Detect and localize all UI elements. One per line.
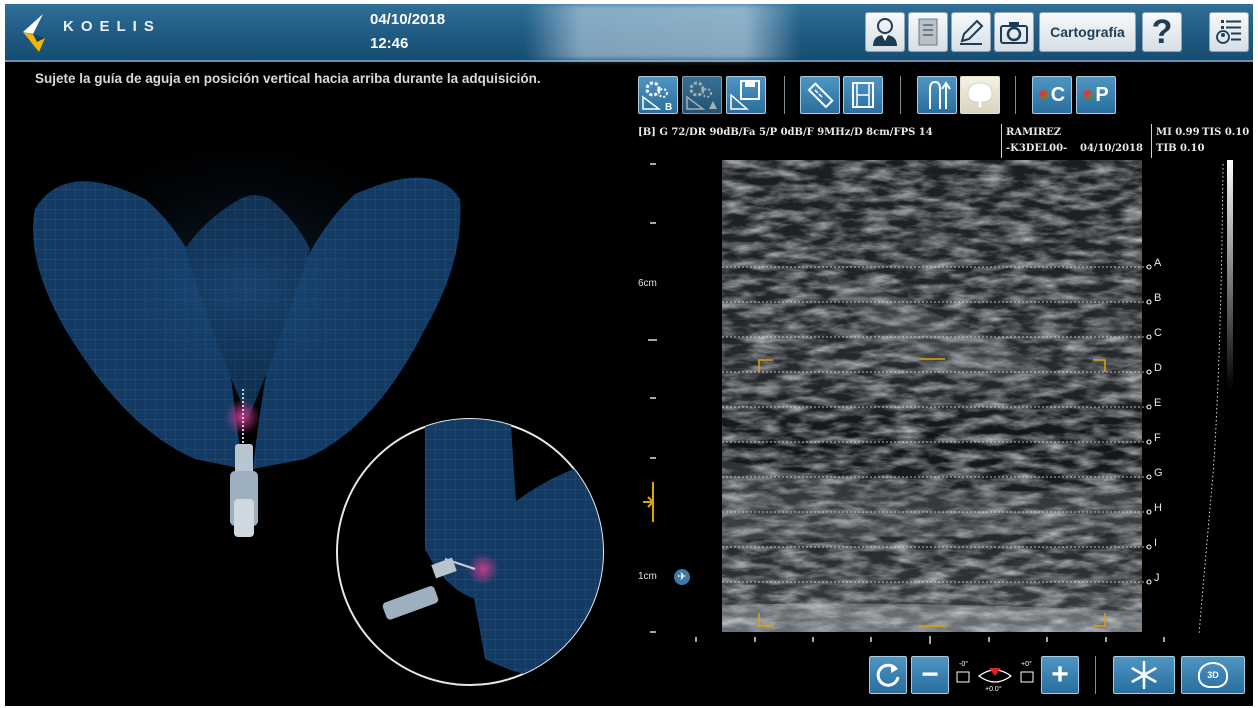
power-mode-label: P [1095,83,1109,106]
prostate-icon [967,82,993,109]
3d-icon: 3D [1198,662,1228,688]
pencil-icon [960,19,984,45]
cartography-button[interactable]: Cartografía [1039,12,1136,52]
zone-handle[interactable] [1146,404,1152,410]
controls-separator [1095,656,1096,694]
measure-button[interactable] [800,76,840,114]
power-dot-icon [1083,90,1094,100]
color-mode-label: C [1050,83,1066,106]
instruction-text: Sujete la guía de aguja en posición vert… [35,71,541,86]
angle-right-label: +0° [1021,661,1032,668]
color-dot-icon [1038,90,1049,100]
depth-label-6cm: 6cm [638,278,657,289]
app-window: KOELIS 04/10/2018 12:46 Cartografía ? Su… [5,4,1253,706]
angle-center-label: +0.0° [985,686,1002,693]
rotate-button[interactable] [869,656,907,694]
zone-label-e: E [1154,397,1162,409]
patient-button[interactable] [865,12,905,52]
depth-label-1cm: 1cm [638,571,657,582]
ultrasound-image[interactable] [722,160,1142,632]
zone-handle[interactable] [1146,299,1152,305]
zone-label-f: F [1154,432,1161,444]
info-divider [1001,124,1002,158]
patient-id: -K3DEL00- [1006,143,1068,154]
angle-left-label: -0° [959,661,969,668]
freeze-button[interactable] [1113,656,1175,694]
zone-handle[interactable] [1146,334,1152,340]
header-time: 12:46 [370,35,409,52]
toolbar-separator [784,76,785,114]
info-divider [1151,124,1152,158]
zone-label-i: I [1154,537,1158,549]
annotate-button[interactable] [951,12,991,52]
zone-label-h: H [1154,502,1162,514]
camera-icon [1000,22,1028,44]
zone-handle[interactable] [1146,369,1152,375]
zoom-out-button[interactable]: − [911,656,949,694]
exam-date: 04/10/2018 [1080,143,1143,154]
zone-handle[interactable] [1146,579,1152,585]
settings-doppler-icon [686,81,717,110]
blurred-patient-info [525,4,800,60]
angle-control[interactable]: -0° +0° +0.0° [955,658,1035,694]
settings-doppler-button[interactable] [682,76,722,114]
view-3d-button[interactable]: 3D [1181,656,1245,694]
zone-handle[interactable] [1146,264,1152,270]
rotate-icon [876,663,900,687]
save-settings-icon [730,80,760,110]
list-icon [1216,20,1241,44]
patient-icon [873,18,897,46]
zone-label-g: G [1154,467,1163,479]
zone-label-a: A [1154,257,1162,269]
film-icon [852,82,874,108]
capture-button[interactable] [994,12,1034,52]
needle-guide-button[interactable] [917,76,957,114]
help-button[interactable]: ? [1142,12,1182,52]
tib-value: TIB 0.10 [1156,143,1205,154]
save-settings-button[interactable] [726,76,766,114]
zone-handle[interactable] [1146,474,1152,480]
header-date: 04/10/2018 [370,11,446,28]
power-mode-button[interactable]: P [1076,76,1116,114]
measure-icon [807,82,834,109]
needle-guide-icon [929,80,951,109]
report-icon [918,18,938,46]
mi-value: MI 0.99 [1156,127,1200,138]
zone-handle[interactable] [1146,439,1152,445]
snowflake-icon [1131,660,1157,690]
zone-handle[interactable] [1146,509,1152,515]
settings-b-icon: B [642,81,672,111]
zoom-in-button[interactable]: + [1041,656,1079,694]
list-button[interactable] [1209,12,1249,52]
header-bar: KOELIS 04/10/2018 12:46 Cartografía ? [5,4,1253,62]
report-button[interactable] [908,12,948,52]
anatomy-illustration [33,139,604,686]
logo-text: KOELIS [63,18,161,35]
zone-handle[interactable] [1146,544,1152,550]
prostate-button[interactable] [960,76,1000,114]
zone-label-d: D [1154,362,1162,374]
tis-value: TIS 0.10 [1202,127,1250,138]
film-button[interactable] [843,76,883,114]
color-mode-button[interactable]: C [1032,76,1072,114]
acquisition-params: [B] G 72/DR 90dB/Fa 5/P 0dB/F 9MHz/D 8cm… [638,127,933,138]
orientation-marker-icon: ✈ [674,569,690,585]
zone-label-b: B [1154,292,1162,304]
settings-b-button[interactable]: B [638,76,678,114]
svg-text:B: B [665,102,672,111]
patient-name: RAMIREZ [1006,127,1062,138]
toolbar-separator [1015,76,1016,114]
zone-label-c: C [1154,327,1162,339]
zone-label-j: J [1154,572,1160,584]
toolbar-separator [900,76,901,114]
view-3d-label: 3D [1207,670,1219,680]
